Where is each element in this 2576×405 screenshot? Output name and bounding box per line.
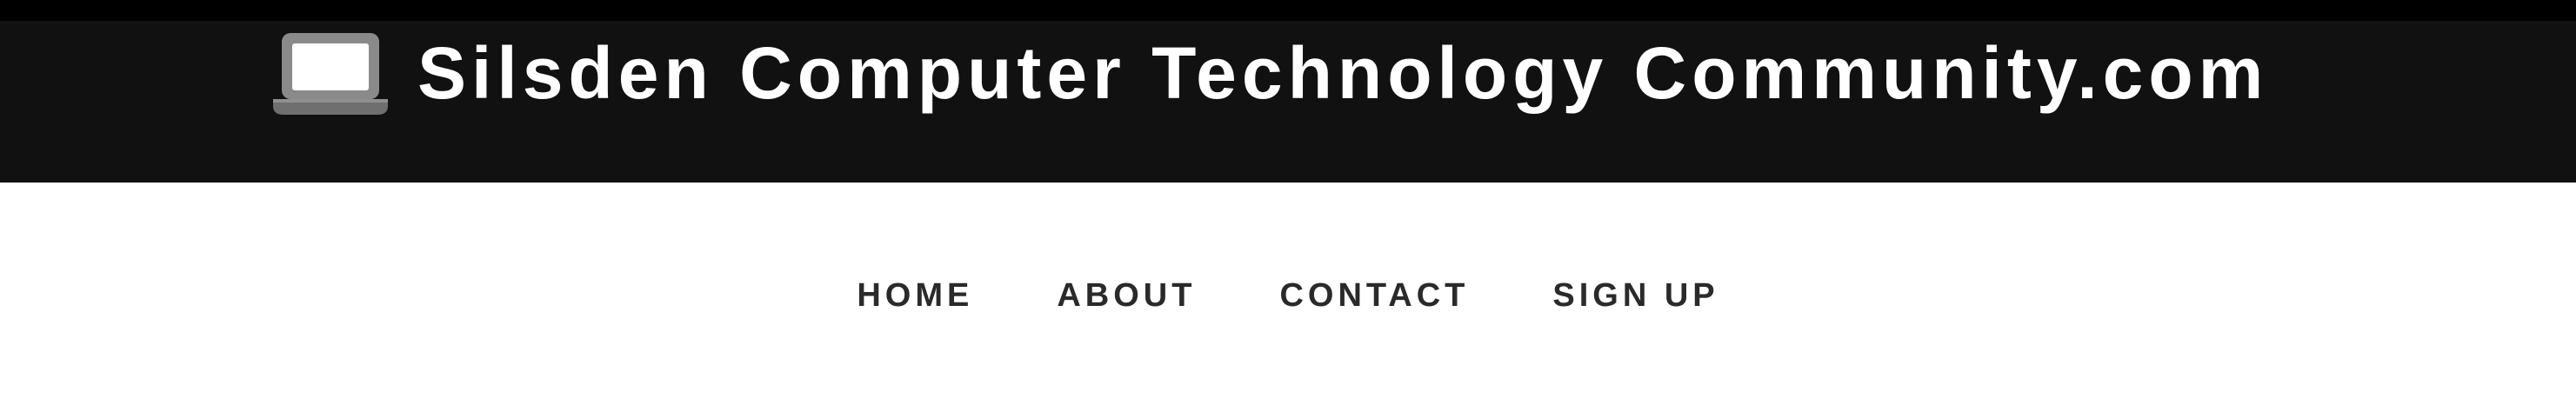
site-header: Silsden Computer Technology Community.co… — [0, 21, 2576, 183]
nav-item-contact: CONTACT — [1238, 269, 1511, 322]
nav-link-about[interactable]: ABOUT — [1015, 269, 1238, 322]
nav-item-home: HOME — [815, 269, 1015, 322]
nav-item-sign-up: SIGN UP — [1511, 269, 1760, 322]
laptop-icon — [273, 33, 388, 115]
nav-link-home[interactable]: HOME — [815, 269, 1015, 322]
top-strip — [0, 0, 2576, 21]
nav-link-sign-up[interactable]: SIGN UP — [1511, 269, 1760, 322]
site-brand[interactable]: Silsden Computer Technology Community.co… — [270, 21, 2268, 125]
site-title[interactable]: Silsden Computer Technology Community.co… — [417, 37, 2268, 110]
nav-link-contact[interactable]: CONTACT — [1238, 269, 1511, 322]
nav-item-about: ABOUT — [1015, 269, 1238, 322]
main-nav: HOME ABOUT CONTACT SIGN UP — [0, 183, 2576, 405]
nav-list: HOME ABOUT CONTACT SIGN UP — [0, 269, 2576, 322]
